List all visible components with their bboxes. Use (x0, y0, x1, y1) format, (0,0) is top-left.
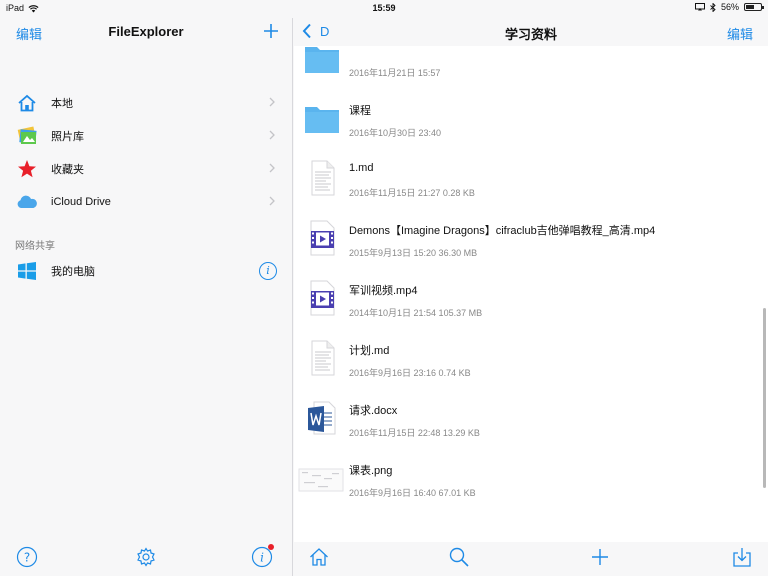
file-meta: 2016年11月15日 22:48 13.29 KB (349, 428, 480, 438)
text-document-icon (311, 340, 335, 376)
file-thumbnail (298, 460, 344, 496)
home-icon (310, 548, 328, 566)
file-row-folder[interactable]: 2016年11月21日 15:57 (294, 46, 768, 90)
sidebar-item-label: 我的电脑 (51, 266, 95, 278)
help-icon: ? (16, 546, 38, 568)
file-row-video[interactable]: Demons【Imagine Dragons】cifraclub吉他弹唱教程_高… (294, 210, 768, 270)
folder-icon (305, 47, 339, 73)
sidebar-navbar: 编辑 FileExplorer (0, 18, 292, 46)
battery-percent: 56% (720, 2, 739, 12)
file-thumbnail (304, 220, 340, 256)
status-bar: iPad 15:59 56% (0, 0, 768, 18)
add-icon[interactable] (260, 20, 282, 42)
file-browser: D 学习资料 编辑 2016年11月21日 15:57 课程 2016年10月30日… (294, 18, 768, 576)
notification-badge (268, 544, 274, 550)
file-name: 军训视频.mp4 (349, 285, 418, 297)
new-item-button[interactable] (589, 546, 611, 568)
file-name: 课程 (349, 105, 371, 117)
file-name: 1.md (349, 162, 374, 174)
sidebar-item-label: 收藏夹 (51, 163, 84, 176)
file-thumbnail (304, 340, 340, 376)
browser-toolbar (294, 542, 768, 576)
browser-navbar: D 学习资料 编辑 (294, 18, 768, 46)
bluetooth-icon (710, 2, 716, 12)
file-meta: 2016年9月16日 23:16 0.74 KB (349, 368, 471, 378)
file-list: 2016年11月21日 15:57 课程 2016年10月30日 23:40 1.md… (294, 46, 768, 541)
help-button[interactable]: ? (16, 546, 38, 568)
file-meta: 2016年9月16日 16:40 67.01 KB (349, 488, 476, 498)
sidebar-item-my-computer[interactable]: 我的电脑 i (0, 254, 292, 288)
cloud-icon (16, 191, 38, 213)
search-icon (449, 547, 469, 567)
battery-fill (746, 5, 754, 9)
video-file-icon (310, 220, 335, 256)
home-button[interactable] (308, 546, 330, 568)
status-right: 56% (694, 2, 764, 12)
folder-title: 学习资料 (504, 27, 557, 42)
folder-icon (305, 107, 339, 133)
status-time: 15:59 (372, 3, 396, 13)
file-meta: 2016年11月21日 15:57 (349, 68, 441, 78)
sidebar-item-local[interactable]: 本地 (0, 86, 292, 119)
file-row-folder[interactable]: 课程 2016年10月30日 23:40 (294, 90, 768, 150)
photos-icon (16, 125, 38, 147)
file-meta: 2015年9月13日 15:20 36.30 MB (349, 248, 478, 258)
settings-button[interactable] (135, 546, 157, 568)
search-button[interactable] (448, 546, 470, 568)
file-thumbnail (304, 46, 340, 76)
sidebar-item-label: 本地 (51, 97, 73, 110)
file-thumbnail (304, 160, 340, 196)
gear-icon (137, 547, 155, 567)
file-row-video[interactable]: 军训视频.mp4 2014年10月1日 21:54 105.37 MB (294, 270, 768, 330)
file-row-word[interactable]: 请求.docx 2016年11月15日 22:48 13.29 KB (294, 390, 768, 450)
chevron-right-icon (269, 163, 275, 173)
file-meta: 2016年11月15日 21:27 0.28 KB (349, 188, 475, 198)
file-thumbnail (304, 400, 340, 436)
sidebar-toolbar: ? i (0, 542, 292, 576)
file-thumbnail (304, 100, 340, 136)
windows-icon (16, 260, 38, 282)
sidebar-item-icloud[interactable]: iCloud Drive (0, 185, 292, 218)
computer-info-button[interactable]: i (259, 262, 277, 280)
star-icon (16, 158, 38, 180)
file-name: 课表.png (349, 465, 393, 477)
sidebar-item-photos[interactable]: 照片库 (0, 119, 292, 152)
file-meta: 2014年10月1日 21:54 105.37 MB (349, 308, 483, 318)
file-row-text[interactable]: 计划.md 2016年9月16日 23:16 0.74 KB (294, 330, 768, 390)
chevron-right-icon (269, 130, 275, 140)
file-row-image[interactable]: 课表.png 2016年9月16日 16:40 67.01 KB (294, 450, 768, 510)
image-thumbnail (298, 468, 344, 492)
file-name: 请求.docx (349, 405, 398, 417)
app-title: FileExplorer (108, 24, 184, 39)
about-button[interactable]: i (251, 544, 274, 568)
location-list: 本地 照片库 收藏夹 iCloud Drive (0, 86, 292, 218)
sidebar-item-favorites[interactable]: 收藏夹 (0, 152, 292, 185)
download-icon (733, 548, 751, 567)
sidebar-item-label: 照片库 (51, 130, 84, 143)
file-row-text[interactable]: 1.md 2016年11月15日 21:27 0.28 KB (294, 150, 768, 210)
chevron-right-icon (269, 196, 275, 206)
file-thumbnail (304, 280, 340, 316)
import-button[interactable] (731, 546, 753, 568)
text-document-icon (311, 160, 335, 196)
scrollbar[interactable] (763, 308, 766, 488)
browser-edit-button[interactable]: 编辑 (727, 24, 753, 43)
chevron-right-icon (269, 97, 275, 107)
info-glyph: i (260, 551, 264, 565)
network-section-header: 网络共享 (15, 241, 55, 252)
sidebar: 编辑 FileExplorer 本地 照片库 收藏夹 iCloud Drive … (0, 18, 293, 576)
word-document-icon (308, 401, 336, 435)
video-file-icon (310, 280, 335, 316)
file-name: 计划.md (349, 345, 390, 357)
sidebar-item-label: iCloud Drive (51, 195, 111, 208)
house-icon (16, 92, 38, 114)
file-name: Demons【Imagine Dragons】cifraclub吉他弹唱教程_高… (349, 225, 656, 237)
battery-icon (744, 3, 764, 11)
screen-mirror-icon (694, 3, 705, 11)
plus-icon (592, 549, 608, 565)
help-glyph: ? (24, 551, 30, 565)
file-meta: 2016年10月30日 23:40 (349, 128, 442, 138)
